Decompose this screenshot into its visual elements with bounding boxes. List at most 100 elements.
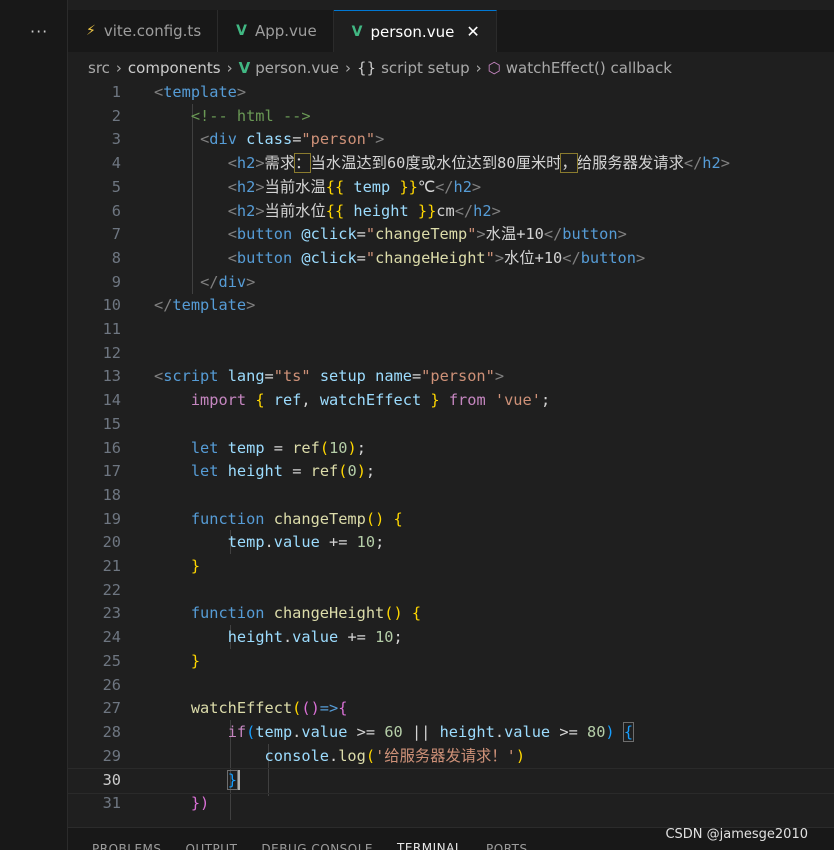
code-text: temp.value += 10;	[227, 533, 385, 552]
breadcrumb-script-setup[interactable]: script setup	[381, 59, 470, 77]
line-number: 7	[111, 225, 121, 244]
line-number: 18	[102, 485, 121, 504]
code-text: <h2>当前水温{{ temp }}℃</h2>	[227, 177, 482, 196]
tab-app-vue[interactable]: V App.vue	[218, 10, 334, 52]
code-line[interactable]: 10 </template>	[68, 294, 834, 318]
line-number: 24	[102, 628, 121, 647]
chevron-right-icon: ›	[475, 59, 482, 77]
line-number: 19	[102, 509, 121, 528]
tab-label: person.vue	[370, 22, 455, 41]
tab-person-vue[interactable]: V person.vue ✕	[333, 10, 497, 52]
code-text: <h2>当前水位{{ height }}cm</h2>	[227, 201, 501, 220]
panel-tab-debug-console[interactable]: DEBUG CONSOLE	[261, 842, 373, 850]
panel-tab-ports[interactable]: PORTS	[486, 842, 528, 850]
line-number: 3	[111, 130, 121, 149]
code-line[interactable]: 1 <template>	[68, 81, 834, 105]
close-icon[interactable]: ✕	[466, 22, 479, 41]
code-line[interactable]: 19 function changeTemp() {	[68, 508, 834, 532]
code-line[interactable]: 14 import { ref, watchEffect } from 'vue…	[68, 389, 834, 413]
code-line[interactable]: 4 <h2>需求：当水温达到60度或水位达到80厘米时，给服务器发请求</h2>	[68, 152, 834, 176]
line-number: 6	[111, 201, 121, 220]
line-number: 20	[102, 533, 121, 552]
line-number: 15	[102, 414, 121, 433]
code-line[interactable]: 21 }	[68, 555, 834, 579]
code-line[interactable]: 15	[68, 413, 834, 437]
chevron-right-icon: ›	[226, 59, 233, 77]
line-number: 22	[102, 580, 121, 599]
breadcrumb-src[interactable]: src	[88, 59, 110, 77]
line-number: 23	[102, 604, 121, 623]
panel-tab-problems[interactable]: PROBLEMS	[92, 842, 162, 850]
code-line[interactable]: 30 }	[68, 768, 834, 794]
breadcrumb-callback[interactable]: watchEffect() callback	[506, 59, 672, 77]
code-line[interactable]: 13 <script lang="ts" setup name="person">	[68, 365, 834, 389]
line-number: 14	[102, 391, 121, 410]
code-line[interactable]: 9 </div>	[68, 271, 834, 295]
line-number: 8	[111, 248, 121, 267]
code-text: console.log('给服务器发请求！')	[264, 746, 526, 765]
code-line[interactable]: 29 console.log('给服务器发请求！')	[68, 745, 834, 769]
code-text: <template>	[154, 83, 247, 101]
line-number: 5	[111, 177, 121, 196]
code-line[interactable]: 23 function changeHeight() {	[68, 602, 834, 626]
code-line[interactable]: 25 }	[68, 650, 834, 674]
panel-tab-terminal[interactable]: TERMINAL	[397, 841, 462, 850]
chevron-right-icon: ›	[115, 59, 122, 77]
code-line[interactable]: 7 <button @click="changeTemp">水温+10</but…	[68, 223, 834, 247]
line-number: 16	[102, 438, 121, 457]
code-text: })	[190, 794, 210, 812]
code-text: }	[190, 651, 201, 670]
code-text: function changeTemp() {	[190, 509, 403, 528]
line-number: 10	[102, 296, 121, 315]
vue-icon: V	[351, 23, 363, 40]
code-line[interactable]: 5 <h2>当前水温{{ temp }}℃</h2>	[68, 176, 834, 200]
code-text: import { ref, watchEffect } from 'vue';	[190, 391, 551, 410]
code-line[interactable]: 26	[68, 674, 834, 698]
code-text: if(temp.value >= 60 || height.value >= 8…	[227, 721, 635, 742]
code-line[interactable]: 18	[68, 484, 834, 508]
line-number: 12	[102, 343, 121, 362]
chevron-right-icon: ›	[345, 59, 351, 77]
line-number: 4	[111, 154, 121, 173]
code-text: <button @click="changeTemp">水温+10</butto…	[227, 225, 627, 244]
code-line[interactable]: 20 temp.value += 10;	[68, 531, 834, 555]
code-line[interactable]: 8 <button @click="changeHeight">水位+10</b…	[68, 247, 834, 271]
code-text: }	[190, 557, 201, 575]
code-line[interactable]: 24 height.value += 10;	[68, 626, 834, 650]
watermark: CSDN @jamesge2010	[665, 827, 808, 842]
code-line[interactable]: 22	[68, 579, 834, 603]
line-number: 13	[102, 367, 121, 386]
editor-tab-bar: ⚡ vite.config.ts V App.vue V person.vue …	[68, 10, 834, 52]
breadcrumb-components[interactable]: components	[128, 59, 221, 77]
code-line[interactable]: 6 <h2>当前水位{{ height }}cm</h2>	[68, 200, 834, 224]
code-line[interactable]: 27 watchEffect(()=>{	[68, 697, 834, 721]
tab-vite-config[interactable]: ⚡ vite.config.ts	[68, 10, 219, 52]
code-text: let temp = ref(10);	[190, 438, 366, 457]
code-line[interactable]: 2 <!-- html -->	[68, 105, 834, 129]
code-text: <button @click="changeHeight">水位+10</but…	[227, 248, 646, 267]
code-line[interactable]: 17 let height = ref(0);	[68, 460, 834, 484]
code-line[interactable]: 28 if(temp.value >= 60 || height.value >…	[68, 721, 834, 745]
code-line[interactable]: 16 let temp = ref(10);	[68, 437, 834, 461]
vue-icon: V	[238, 59, 251, 77]
breadcrumb: src › components › V person.vue › {} scr…	[88, 56, 672, 80]
more-actions-icon[interactable]: ···	[30, 22, 48, 41]
code-line[interactable]: 12	[68, 342, 834, 366]
code-line[interactable]: 11	[68, 318, 834, 342]
code-text: </template>	[154, 296, 256, 315]
code-text: height.value += 10;	[227, 628, 403, 647]
line-number: 1	[111, 83, 121, 101]
code-line[interactable]: 3 <div class="person">	[68, 128, 834, 152]
panel-tab-output[interactable]: OUTPUT	[186, 842, 238, 850]
line-number: 30	[102, 771, 121, 790]
activity-bar: ···	[0, 0, 68, 850]
code-text: function changeHeight() {	[190, 604, 422, 623]
braces-icon: {}	[357, 59, 377, 77]
code-text: <script lang="ts" setup name="person">	[154, 367, 505, 386]
line-number: 11	[102, 320, 121, 338]
code-line[interactable]: 31 })	[68, 792, 834, 816]
code-text: <h2>需求：当水温达到60度或水位达到80厘米时，给服务器发请求</h2>	[227, 153, 730, 174]
breadcrumb-file[interactable]: person.vue	[255, 59, 339, 77]
code-editor[interactable]: 1 <template> 2 <!-- html --> 3 <div class="…	[68, 80, 834, 828]
vue-icon: V	[236, 23, 247, 39]
